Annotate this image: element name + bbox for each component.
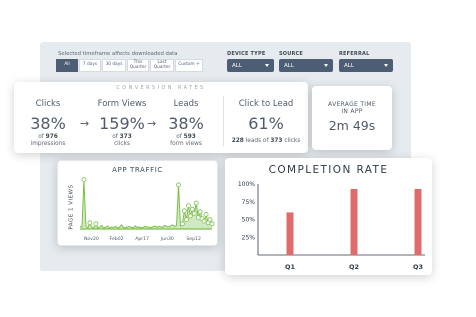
click-to-lead-subtext: 228 leads of 373 clicks xyxy=(231,138,301,144)
source-value: ALL xyxy=(284,62,294,69)
traffic-point xyxy=(187,213,193,219)
traffic-point xyxy=(203,212,209,217)
device-type-select[interactable]: ALL xyxy=(227,59,274,72)
app-traffic-card: APP TRAFFIC PAGE 1 VIEWS Nov20 Feb02 Apr17… xyxy=(57,160,218,246)
traffic-x-tick-label: Jun30 xyxy=(160,236,174,242)
referral-select[interactable]: ALL xyxy=(339,59,393,72)
device-type-value: ALL xyxy=(232,62,242,69)
traffic-area xyxy=(80,179,212,229)
completion-rate-chart: 100% 75% 50% 25% Q1 Q2 Q3 xyxy=(238,181,425,271)
completion-bar xyxy=(414,189,422,255)
traffic-point xyxy=(176,182,181,188)
average-time-card: AVERAGE TIME IN APP 2m 49s xyxy=(312,86,392,150)
form-views-label: Form Views xyxy=(97,99,147,109)
completion-rate-card: COMPLETION RATE 100% 75% 50% 25% Q1 Q2 Q3 xyxy=(225,158,432,275)
traffic-point xyxy=(183,217,189,222)
source-select[interactable]: ALL xyxy=(279,59,333,72)
form-views-subtext: of 373 clicks xyxy=(112,134,132,147)
clicks-label: Clicks xyxy=(35,99,61,109)
traffic-x-tick-label: Sep12 xyxy=(186,236,201,242)
traffic-point xyxy=(193,200,199,206)
completion-y-tick-label: 25% xyxy=(242,234,256,241)
traffic-point xyxy=(209,221,215,227)
traffic-point xyxy=(191,211,197,216)
form-views-value: 159% xyxy=(99,114,145,133)
conversion-rates-card: CONVERSION RATES Clicks 38% of 976 impres… xyxy=(14,82,308,153)
referral-label: REFERRAL xyxy=(339,51,370,57)
traffic-point xyxy=(93,221,99,227)
completion-x-tick-label: Q3 xyxy=(413,263,423,271)
app-traffic-chart: Nov20 Feb02 Apr17 Jun30 Sep12 xyxy=(79,177,215,242)
timeframe-30-days-button[interactable]: 30 days xyxy=(102,59,126,72)
traffic-point xyxy=(197,209,203,215)
completion-y-tick-label: 100% xyxy=(238,181,255,188)
clicks-value: 38% xyxy=(30,114,66,133)
completion-x-tick-label: Q2 xyxy=(349,263,359,271)
timeframe-hint: Selected timeframe affects downloaded da… xyxy=(58,51,178,57)
clicks-subtext: of 976 impressions xyxy=(30,134,66,147)
traffic-point xyxy=(201,218,207,224)
traffic-point xyxy=(87,220,93,226)
conversion-title: CONVERSION RATES xyxy=(116,85,206,91)
timeframe-last-quarter-button[interactable]: Last Quarter xyxy=(150,59,174,72)
completion-y-tick-label: 75% xyxy=(242,199,256,206)
timeframe-7-days-button[interactable]: 7 days xyxy=(79,59,101,72)
traffic-point xyxy=(207,217,213,222)
click-to-lead-value: 61% xyxy=(248,114,284,133)
leads-value: 38% xyxy=(168,114,204,133)
click-to-lead-label: Click to Lead xyxy=(238,99,294,109)
average-time-value: 2m 49s xyxy=(328,118,376,133)
leads-subtext: of 593 form views xyxy=(170,134,202,147)
completion-bar xyxy=(286,212,294,255)
timeframe-custom-button[interactable]: Custom + xyxy=(175,59,203,72)
completion-bar xyxy=(350,189,358,255)
chevron-down-icon xyxy=(265,64,269,67)
traffic-point xyxy=(182,208,187,214)
chevron-down-icon xyxy=(324,64,328,67)
traffic-point xyxy=(195,215,201,220)
chevron-down-icon xyxy=(384,64,388,67)
traffic-point xyxy=(189,206,195,212)
completion-y-tick-label: 50% xyxy=(242,217,256,224)
completion-x-tick-label: Q1 xyxy=(285,263,296,271)
traffic-x-tick-label: Apr17 xyxy=(135,236,149,242)
traffic-point xyxy=(180,221,185,227)
source-label: SOURCE xyxy=(279,51,304,57)
device-type-label: DEVICE TYPE xyxy=(227,51,266,57)
average-time-label: AVERAGE TIME IN APP xyxy=(328,101,376,116)
traffic-point xyxy=(81,177,87,183)
timeframe-this-quarter-button[interactable]: This Quarter xyxy=(127,59,149,72)
leads-label: Leads xyxy=(173,99,199,109)
traffic-point xyxy=(185,203,191,208)
traffic-x-tick-label: Nov20 xyxy=(84,236,99,242)
referral-value: ALL xyxy=(344,62,354,69)
traffic-x-tick-label: Feb02 xyxy=(110,236,124,242)
timeframe-all-button[interactable]: All xyxy=(56,59,78,72)
timeframe-selector: All 7 days 30 days This Quarter Last Qua… xyxy=(56,59,203,72)
